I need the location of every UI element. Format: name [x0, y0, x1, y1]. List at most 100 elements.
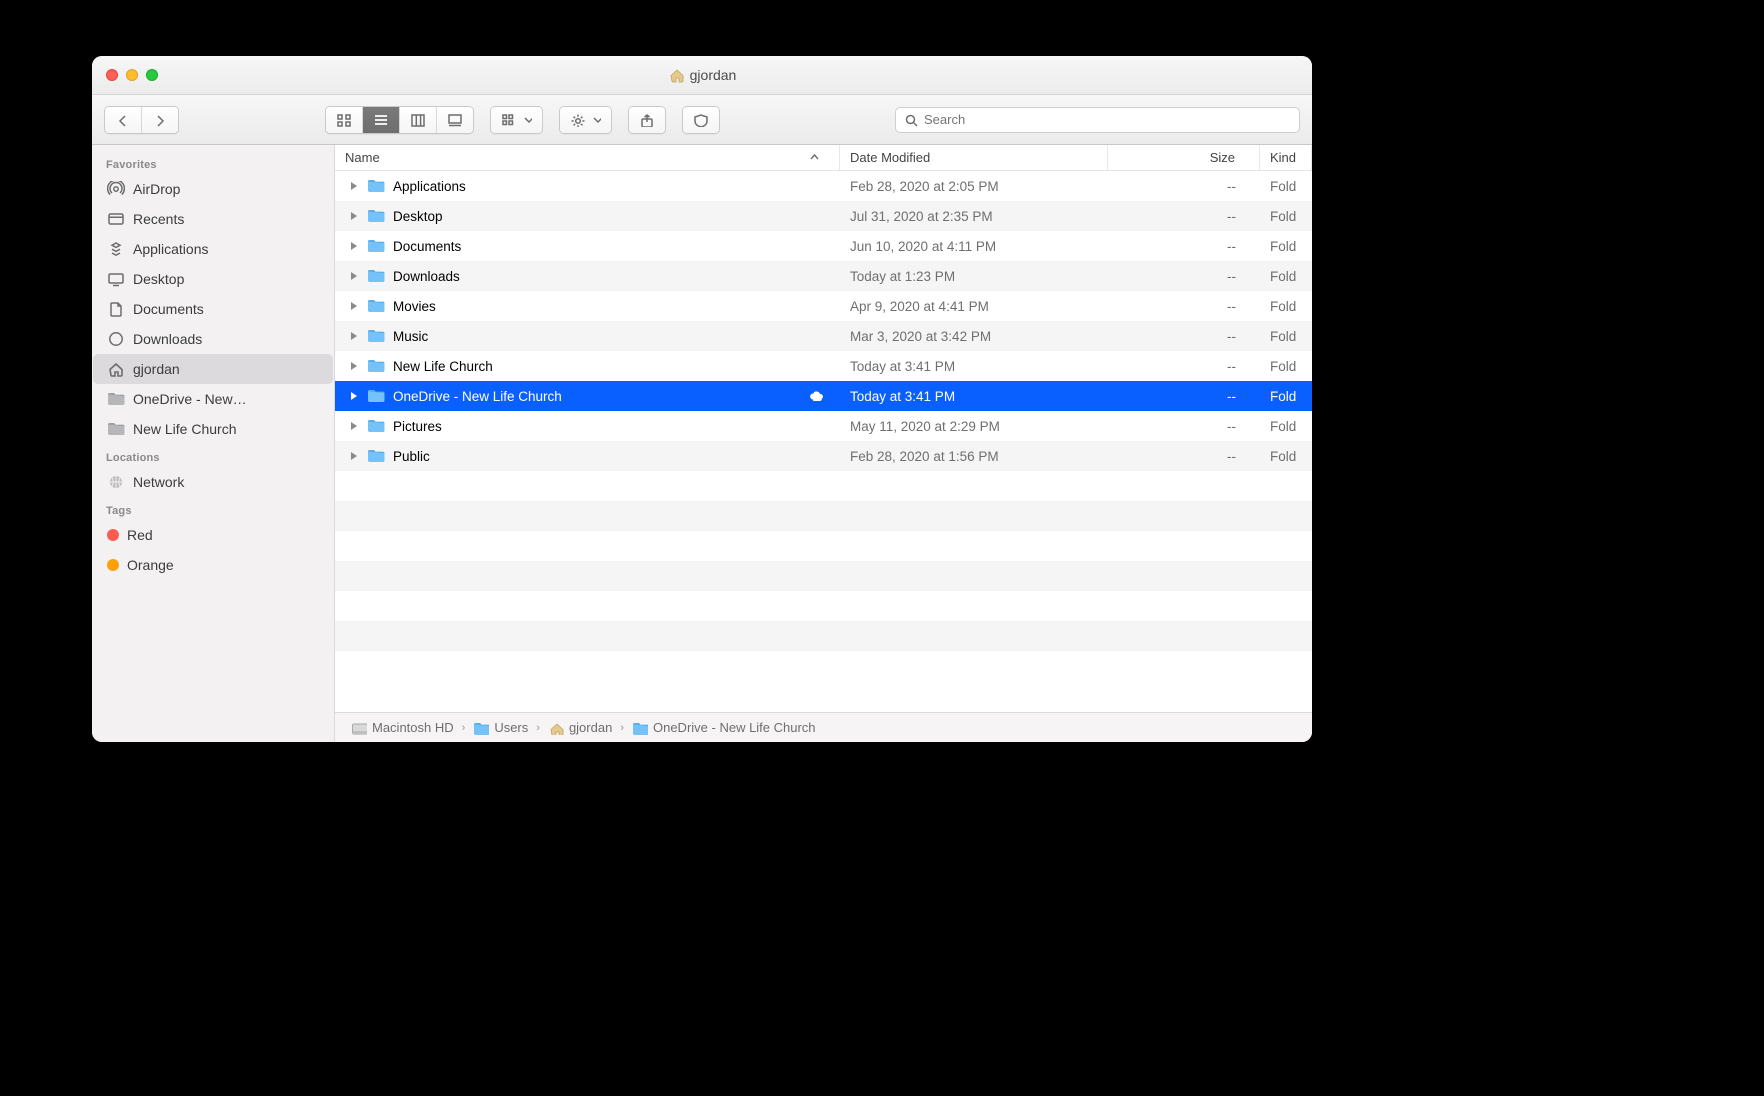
titlebar[interactable]: gjordan [92, 56, 1312, 95]
path-label: Macintosh HD [372, 720, 454, 735]
disclosure-icon[interactable] [349, 421, 359, 431]
cell-kind: Fold [1260, 441, 1312, 471]
back-button[interactable] [105, 107, 142, 133]
sort-asc-icon [810, 153, 819, 162]
home-icon [668, 67, 684, 83]
folder-icon [632, 721, 648, 735]
file-name: Pictures [393, 419, 442, 434]
sidebar-section-header: Locations [92, 444, 334, 467]
disclosure-icon[interactable] [349, 271, 359, 281]
column-name[interactable]: Name [335, 145, 840, 170]
toolbar [92, 95, 1312, 145]
tags-button[interactable] [683, 107, 719, 133]
cell-kind: Fold [1260, 351, 1312, 381]
cell-kind: Fold [1260, 231, 1312, 261]
main-pane: Name Date Modified Size Kind Application… [335, 145, 1312, 742]
action-button-group [559, 106, 612, 134]
sidebar-item[interactable]: Applications [93, 234, 333, 264]
sidebar-item[interactable]: Downloads [93, 324, 333, 354]
cell-date: Feb 28, 2020 at 2:05 PM [840, 171, 1108, 201]
column-date[interactable]: Date Modified [840, 145, 1108, 170]
sidebar-item[interactable]: Red [93, 520, 333, 550]
column-size-label: Size [1210, 150, 1235, 165]
documents-icon [107, 301, 125, 317]
action-button[interactable] [560, 107, 611, 133]
file-row[interactable]: Applications Feb 28, 2020 at 2:05 PM -- … [335, 171, 1312, 201]
chevron-icon: › [460, 722, 468, 734]
tags-button-group [682, 106, 720, 134]
cell-size: -- [1108, 261, 1260, 291]
file-row[interactable]: Documents Jun 10, 2020 at 4:11 PM -- Fol… [335, 231, 1312, 261]
home-icon [548, 721, 564, 735]
nav-buttons [104, 106, 179, 134]
sidebar-item-label: Orange [127, 557, 174, 573]
cloud-icon [808, 390, 824, 402]
sidebar-item[interactable]: Documents [93, 294, 333, 324]
sidebar-item[interactable]: Orange [93, 550, 333, 580]
disclosure-icon[interactable] [349, 301, 359, 311]
file-row[interactable]: Pictures May 11, 2020 at 2:29 PM -- Fold [335, 411, 1312, 441]
file-row[interactable]: Public Feb 28, 2020 at 1:56 PM -- Fold [335, 441, 1312, 471]
disclosure-icon[interactable] [349, 181, 359, 191]
arrange-button[interactable] [491, 107, 542, 133]
sidebar-item[interactable]: OneDrive - New… [93, 384, 333, 414]
sidebar-item[interactable]: AirDrop [93, 174, 333, 204]
sidebar-item[interactable]: gjordan [93, 354, 333, 384]
gallery-view-button[interactable] [437, 107, 473, 133]
file-name: Music [393, 329, 428, 344]
file-row[interactable]: Downloads Today at 1:23 PM -- Fold [335, 261, 1312, 291]
file-name: Desktop [393, 209, 443, 224]
zoom-button[interactable] [146, 69, 158, 81]
icon-view-button[interactable] [326, 107, 363, 133]
file-row[interactable]: Music Mar 3, 2020 at 3:42 PM -- Fold [335, 321, 1312, 351]
cell-date: Jul 31, 2020 at 2:35 PM [840, 201, 1108, 231]
path-segment[interactable]: Macintosh HD [351, 720, 454, 735]
chevron-icon: › [618, 722, 626, 734]
apps-icon [107, 241, 125, 257]
column-kind-label: Kind [1270, 150, 1296, 165]
file-row[interactable]: Desktop Jul 31, 2020 at 2:35 PM -- Fold [335, 201, 1312, 231]
forward-button[interactable] [142, 107, 178, 133]
disclosure-icon[interactable] [349, 361, 359, 371]
sidebar-item[interactable]: Desktop [93, 264, 333, 294]
finder-window: gjordan FavoritesAirDro [92, 56, 1312, 742]
column-view-button[interactable] [400, 107, 437, 133]
path-bar: Macintosh HD›Users›gjordan›OneDrive - Ne… [335, 712, 1312, 742]
empty-row [335, 621, 1312, 651]
cell-size: -- [1108, 411, 1260, 441]
cell-date: Apr 9, 2020 at 4:41 PM [840, 291, 1108, 321]
disclosure-icon[interactable] [349, 391, 359, 401]
sidebar-item-label: Desktop [133, 271, 184, 287]
path-segment[interactable]: gjordan [548, 720, 612, 735]
sidebar-item-label: Red [127, 527, 153, 543]
minimize-button[interactable] [126, 69, 138, 81]
file-row[interactable]: New Life Church Today at 3:41 PM -- Fold [335, 351, 1312, 381]
folder-icon [473, 721, 489, 735]
cell-date: Today at 3:41 PM [840, 351, 1108, 381]
column-kind[interactable]: Kind [1260, 145, 1312, 170]
disclosure-icon[interactable] [349, 211, 359, 221]
disclosure-icon[interactable] [349, 451, 359, 461]
path-label: Users [494, 720, 528, 735]
disclosure-icon[interactable] [349, 241, 359, 251]
column-size[interactable]: Size [1108, 145, 1260, 170]
file-list[interactable]: Applications Feb 28, 2020 at 2:05 PM -- … [335, 171, 1312, 712]
search-field[interactable] [895, 107, 1300, 133]
cell-name: OneDrive - New Life Church [335, 381, 840, 411]
sidebar-item[interactable]: Network [93, 467, 333, 497]
path-segment[interactable]: OneDrive - New Life Church [632, 720, 816, 735]
close-button[interactable] [106, 69, 118, 81]
column-date-label: Date Modified [850, 150, 930, 165]
sidebar-item-label: Network [133, 474, 184, 490]
share-button[interactable] [629, 107, 665, 133]
list-view-button[interactable] [363, 107, 400, 133]
sidebar-item[interactable]: Recents [93, 204, 333, 234]
file-row[interactable]: OneDrive - New Life Church Today at 3:41… [335, 381, 1312, 411]
sidebar[interactable]: FavoritesAirDropRecentsApplicationsDeskt… [92, 145, 335, 742]
folder-icon [367, 388, 385, 404]
search-input[interactable] [924, 112, 1291, 127]
sidebar-item[interactable]: New Life Church [93, 414, 333, 444]
file-row[interactable]: Movies Apr 9, 2020 at 4:41 PM -- Fold [335, 291, 1312, 321]
disclosure-icon[interactable] [349, 331, 359, 341]
path-segment[interactable]: Users [473, 720, 528, 735]
